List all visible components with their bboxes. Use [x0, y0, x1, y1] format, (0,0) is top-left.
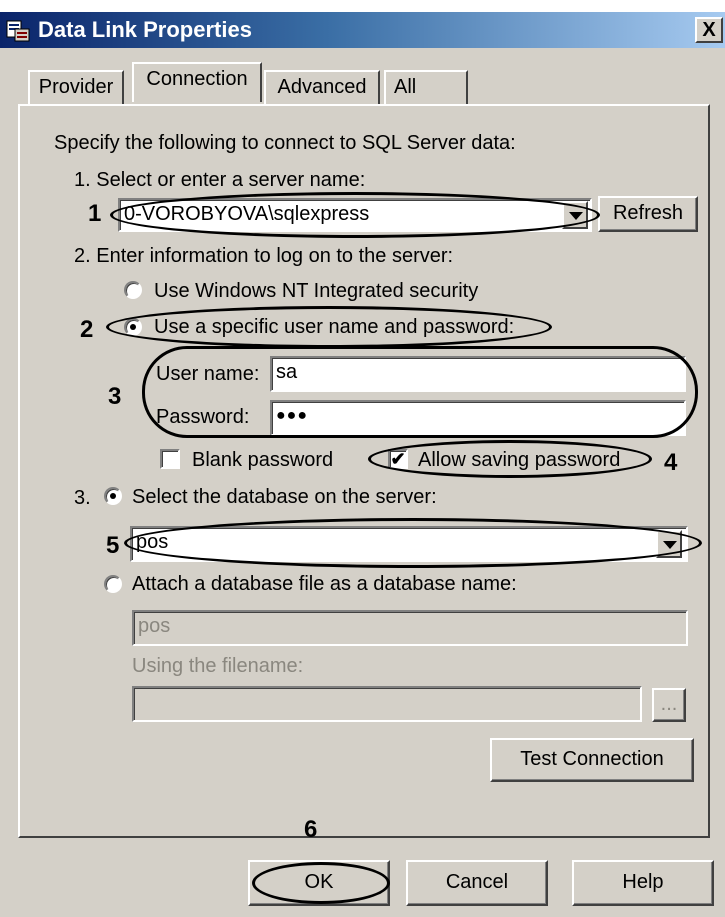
step3-prefix: 3.	[74, 487, 91, 509]
blank-password-label: Blank password	[192, 449, 334, 471]
radio-attach-database-label: Attach a database file as a database nam…	[132, 573, 517, 595]
filename-input[interactable]	[132, 686, 642, 722]
step1-label: 1. Select or enter a server name:	[74, 169, 366, 191]
annotation-3: 3	[108, 383, 122, 410]
server-dropdown-button[interactable]	[562, 201, 588, 229]
radio-specific-user[interactable]	[124, 318, 142, 336]
browse-button[interactable]: ...	[652, 688, 686, 722]
allow-saving-password-label: Allow saving password	[418, 449, 621, 471]
step2-label: 2. Enter information to log on to the se…	[74, 245, 454, 267]
annotation-4: 4	[664, 449, 678, 476]
blank-password-checkbox[interactable]	[160, 449, 180, 469]
database-value: pos	[136, 531, 169, 553]
allow-saving-password-checkbox[interactable]: ✔	[388, 449, 408, 469]
server-name-combobox[interactable]: 0-VOROBYOVA\sqlexpress	[118, 198, 592, 232]
intro-text: Specify the following to connect to SQL …	[54, 132, 516, 154]
annotation-2: 2	[80, 316, 94, 343]
window-title: Data Link Properties	[38, 17, 252, 42]
radio-nt-security-label: Use Windows NT Integrated security	[154, 280, 479, 302]
ok-button[interactable]: OK	[248, 860, 390, 906]
annotation-1: 1	[88, 200, 102, 227]
tab-advanced[interactable]: Advanced	[264, 70, 380, 104]
password-input[interactable]: ●●●	[270, 400, 686, 436]
data-link-icon	[6, 20, 30, 42]
test-connection-button[interactable]: Test Connection	[490, 738, 694, 782]
radio-attach-database[interactable]	[104, 575, 122, 593]
username-input[interactable]: sa	[270, 356, 686, 392]
title-bar: Data Link Properties X	[0, 12, 725, 48]
attach-database-name-input[interactable]: pos	[132, 610, 688, 646]
close-button[interactable]: X	[695, 17, 723, 43]
annotation-5: 5	[106, 532, 120, 559]
radio-select-database-label: Select the database on the server:	[132, 486, 437, 508]
radio-specific-user-label: Use a specific user name and password:	[154, 316, 515, 338]
password-label: Password:	[156, 406, 250, 428]
username-label: User name:	[156, 363, 260, 385]
refresh-button[interactable]: Refresh	[598, 196, 698, 232]
database-dropdown-button[interactable]	[656, 530, 682, 558]
annotation-6: 6	[304, 816, 318, 843]
cancel-button[interactable]: Cancel	[406, 860, 548, 906]
radio-select-database[interactable]	[104, 487, 122, 505]
radio-nt-security[interactable]	[124, 281, 142, 299]
help-button[interactable]: Help	[572, 860, 714, 906]
server-name-value: 0-VOROBYOVA\sqlexpress	[124, 203, 370, 225]
database-combobox[interactable]: pos	[130, 526, 688, 562]
filename-label: Using the filename:	[132, 655, 304, 677]
tab-connection[interactable]: Connection	[132, 62, 262, 102]
tab-all[interactable]: All	[384, 70, 468, 104]
tab-provider[interactable]: Provider	[28, 70, 124, 104]
